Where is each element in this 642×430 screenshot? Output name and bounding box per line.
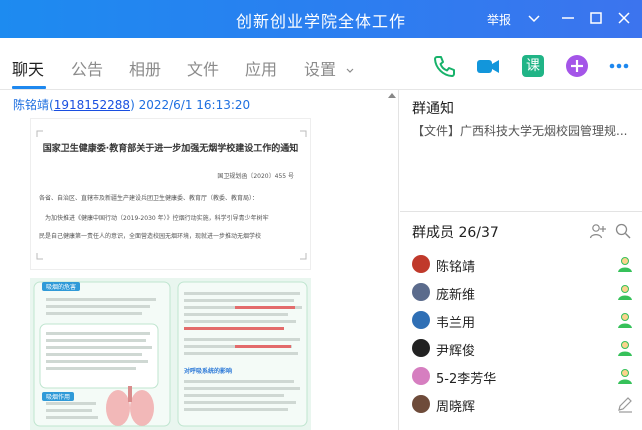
online-status-icon — [618, 369, 632, 384]
add-app-icon[interactable] — [564, 53, 590, 79]
online-status-icon — [618, 313, 632, 328]
add-member-icon[interactable] — [589, 222, 607, 240]
member-avatar — [412, 339, 430, 357]
class-icon-char: 课 — [526, 58, 540, 74]
tab-files[interactable]: 文件 — [187, 56, 219, 80]
message-header: 陈铭靖(1918152288) 2022/6/1 16:13:20 — [13, 98, 251, 112]
member-row[interactable]: 韦兰用 — [412, 310, 634, 332]
collapse-icon[interactable] — [522, 6, 546, 30]
document-line: 民是自己健康第一责任人的意识，全面营造校园无烟环境，现就进一步推动无烟学校 — [39, 233, 262, 240]
group-notice-heading[interactable]: 群通知 — [412, 98, 454, 118]
tab-album[interactable]: 相册 — [129, 56, 161, 80]
member-avatar — [412, 367, 430, 385]
online-status-icon — [618, 257, 632, 272]
document-line: 为加快推进《健康中国行动（2019-2030 年）》控烟行动实施，科学引导青少年… — [45, 215, 269, 222]
group-members-heading: 群成员 26/37 — [412, 225, 499, 241]
search-member-icon[interactable] — [614, 222, 632, 240]
minimize-icon[interactable] — [556, 6, 580, 30]
tab-settings-label: 设置 — [304, 60, 337, 79]
member-avatar — [412, 255, 430, 273]
sender-qq-link[interactable]: 1918152288 — [54, 98, 130, 112]
tab-announcement[interactable]: 公告 — [71, 56, 103, 80]
more-icon[interactable] — [606, 53, 632, 79]
document-title: 国家卫生健康委·教育部关于进一步加强无烟学校建设工作的通知 — [42, 144, 299, 154]
group-notice-text[interactable]: 【文件】广西科技大学无烟校园管理规... — [412, 122, 634, 139]
video-call-icon[interactable] — [475, 53, 501, 79]
close-icon[interactable] — [612, 6, 636, 30]
member-name: 陈铭靖 — [436, 260, 476, 275]
edit-icon[interactable] — [616, 395, 634, 413]
tab-chat[interactable]: 聊天 — [12, 56, 44, 80]
chevron-down-icon — [346, 68, 354, 73]
member-name: 庞新维 — [436, 288, 476, 303]
poster-heading: 对呼吸系统的影响 — [184, 368, 233, 375]
title-bar: 创新创业学院全体工作 举报 — [0, 0, 642, 38]
member-name: 5-2李芳华 — [436, 372, 497, 387]
online-status-icon — [618, 285, 632, 300]
phone-icon[interactable] — [431, 53, 457, 79]
member-avatar — [412, 283, 430, 301]
document-number: 国卫规划函〔2020〕455 号 — [217, 173, 294, 180]
document-line: 各省、自治区、直辖市及新疆生产建设兵团卫生健康委、教育厅（教委、教育局）： — [39, 195, 259, 202]
message-timestamp: 2022/6/1 16:13:20 — [138, 98, 251, 112]
scroll-up-icon[interactable] — [388, 93, 396, 98]
member-name: 尹辉俊 — [436, 344, 476, 359]
tab-apps[interactable]: 应用 — [245, 56, 277, 80]
report-button[interactable]: 举报 — [487, 11, 511, 28]
group-notice-panel: 群通知 【文件】广西科技大学无烟校园管理规... — [400, 90, 642, 212]
member-row[interactable]: 尹辉俊 — [412, 338, 634, 360]
sender-name[interactable]: 陈铭靖 — [13, 98, 49, 112]
group-members-panel: 群成员 26/37 陈铭靖 庞新维 韦兰用 尹辉俊 5-2李芳华 周晓辉 — [400, 212, 642, 430]
member-avatar — [412, 311, 430, 329]
active-tab-indicator — [12, 86, 46, 89]
chat-scrollbar[interactable] — [385, 90, 399, 430]
member-name: 韦兰用 — [436, 316, 476, 331]
message-image[interactable]: 国家卫生健康委·教育部关于进一步加强无烟学校建设工作的通知 国卫规划函〔2020… — [30, 118, 311, 430]
poster-illustration — [30, 278, 311, 430]
document-preview: 国家卫生健康委·教育部关于进一步加强无烟学校建设工作的通知 国卫规划函〔2020… — [30, 118, 311, 270]
maximize-icon[interactable] — [584, 6, 608, 30]
poster-preview: 吸烟的危害 吸烟作用 对呼吸系统的影响 — [30, 278, 311, 430]
member-row[interactable]: 周晓辉 — [412, 394, 634, 416]
member-row[interactable]: 庞新维 — [412, 282, 634, 304]
tab-settings[interactable]: 设置 — [304, 56, 355, 80]
member-avatar — [412, 395, 430, 413]
member-name: 周晓辉 — [436, 400, 476, 415]
poster-tag: 吸烟作用 — [42, 392, 75, 401]
member-row[interactable]: 陈铭靖 — [412, 254, 634, 276]
member-row[interactable]: 5-2李芳华 — [412, 366, 634, 388]
poster-tag: 吸烟的危害 — [42, 282, 81, 291]
chat-panel: 陈铭靖(1918152288) 2022/6/1 16:13:20 国家卫生健康… — [0, 90, 399, 430]
tab-bar: 聊天 公告 相册 文件 应用 设置 课 — [0, 38, 642, 90]
online-status-icon — [618, 341, 632, 356]
class-icon[interactable]: 课 — [520, 53, 546, 79]
